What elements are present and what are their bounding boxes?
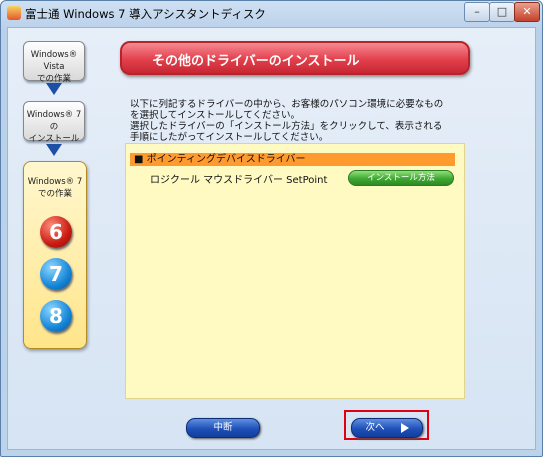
play-arrow-icon [400,422,409,433]
instruction-line: 選択したドライバーの「インストール方法」をクリックして、表示される [130,121,443,132]
step3-line2: での作業 [37,189,72,199]
page-title-banner: その他のドライバーのインストール [120,41,470,75]
step-number-8-icon: 8 [40,300,72,332]
title-bar[interactable]: 富士通 Windows 7 導入アシスタントディスク – □ ✕ [1,1,542,27]
install-method-button[interactable]: インストール方法 [348,170,454,186]
page-title: その他のドライバーのインストール [152,54,360,69]
down-arrow-icon [46,144,62,156]
next-label: 次へ [365,422,385,433]
step-number-7-icon: 7 [40,258,72,290]
app-icon [7,6,21,20]
step-win7-install: Windows® 7 の インストール [23,101,85,144]
instruction-line: 手順にしたがってインストールしてください。 [130,132,329,143]
step1-line1: Windows® Vista [30,50,78,72]
step-vista-work: Windows® Vista での作業 [23,41,85,84]
driver-list: ■ ポインティングデバイスドライバー ロジクール マウスドライバー SetPoi… [125,143,465,399]
step3-line1: Windows® 7 [27,177,83,187]
driver-name: ロジクール マウスドライバー SetPoint [150,175,328,186]
close-button[interactable]: ✕ [514,2,540,22]
next-button[interactable]: 次へ [351,418,423,438]
instructions: 以下に列記するドライバーの中から、お客様のパソコン環境に必要なもの を選択してイ… [130,99,470,143]
minimize-button[interactable]: – [464,2,490,22]
step-number-6-icon: 6 [40,216,72,248]
app-window: 富士通 Windows 7 導入アシスタントディスク – □ ✕ Windows… [0,0,543,457]
maximize-button[interactable]: □ [489,2,515,22]
step-win7-work: Windows® 7 での作業 6 7 8 [23,161,87,349]
section-pointing-device: ■ ポインティングデバイスドライバー [130,153,455,166]
window-title: 富士通 Windows 7 導入アシスタントディスク [25,7,266,21]
instruction-line: を選択してインストールしてください。 [130,110,300,121]
instruction-line: 以下に列記するドライバーの中から、お客様のパソコン環境に必要なもの [130,99,444,110]
down-arrow-icon [46,83,62,95]
step2-line1: Windows® 7 の [26,110,82,132]
stop-button[interactable]: 中断 [186,418,260,438]
